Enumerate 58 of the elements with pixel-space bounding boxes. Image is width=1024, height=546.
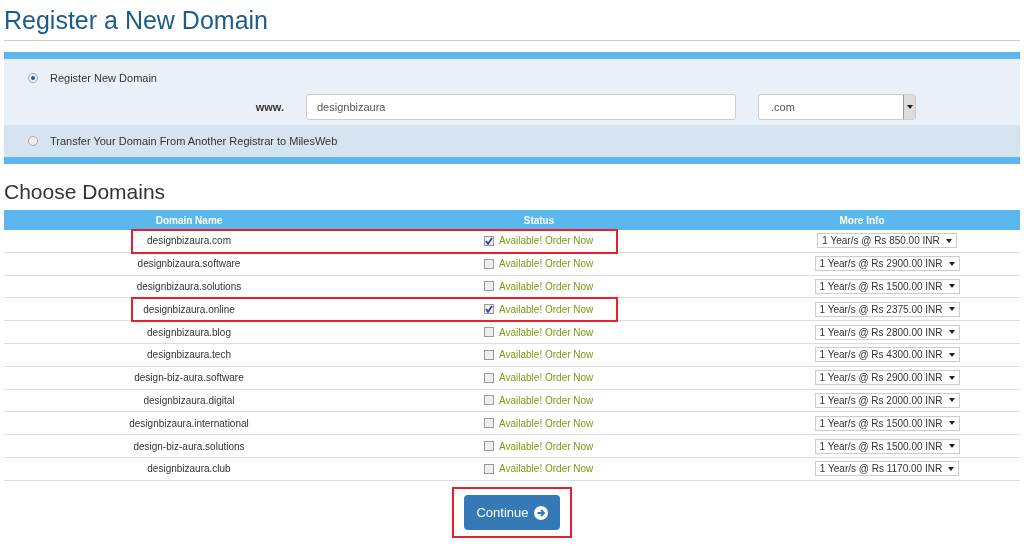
- dropdown-arrow-icon: [948, 284, 955, 289]
- domain-input-field[interactable]: designbizaura: [306, 94, 736, 120]
- dropdown-arrow-icon: [948, 307, 955, 312]
- checkbox[interactable]: [484, 395, 494, 406]
- price-dropdown[interactable]: 1 Year/s @ Rs 2800.00 INR: [814, 324, 960, 340]
- domain-name: designbizaura.online: [142, 302, 236, 317]
- checkbox[interactable]: [484, 327, 494, 338]
- dropdown-arrow-icon: [948, 444, 955, 449]
- domain-name: designbizaura.international: [128, 416, 250, 431]
- price-dropdown[interactable]: 1 Year/s @ Rs 2900.00 INR: [814, 256, 960, 272]
- price-dropdown[interactable]: 1 Year/s @ Rs 4300.00 INR: [814, 347, 960, 363]
- price-dropdown[interactable]: 1 Year/s @ Rs 1500.00 INR: [814, 279, 960, 294]
- checkbox[interactable]: [484, 372, 494, 383]
- price-dropdown[interactable]: 1 Year/s @ Rs 1500.00 INR: [814, 438, 960, 454]
- column-header: More Info: [838, 213, 886, 228]
- prefix-label: www.: [254, 99, 285, 115]
- price-dropdown[interactable]: 1 Year/s @ Rs 850.00 INR: [817, 233, 957, 249]
- dropdown-arrow-icon: [948, 398, 955, 403]
- dropdown-arrow-icon: [948, 421, 955, 426]
- domain-name: design-biz-aura.solutions: [132, 439, 246, 454]
- dropdown-arrow-icon: [945, 238, 952, 243]
- checkbox[interactable]: [484, 304, 494, 315]
- domain-name: designbizaura.solutions: [135, 280, 243, 294]
- checkbox[interactable]: [484, 463, 494, 474]
- domain-name: designbizaura.club: [146, 462, 232, 477]
- option-label[interactable]: Transfer Your Domain From Another Registrar to MilesWeb: [50, 132, 338, 150]
- price-dropdown[interactable]: 1 Year/s @ Rs 2000.00 INR: [814, 392, 960, 408]
- checkbox[interactable]: [484, 258, 494, 269]
- price-dropdown[interactable]: 1 Year/s @ Rs 2900.00 INR: [814, 370, 960, 386]
- radio-button[interactable]: [28, 136, 38, 146]
- page-title: Register a New Domain: [4, 5, 269, 36]
- dropdown-arrow-icon: [948, 466, 955, 471]
- dropdown-arrow-icon: [948, 375, 955, 380]
- option-label[interactable]: Register New Domain: [50, 69, 157, 87]
- continue-button[interactable]: Continue: [464, 494, 560, 531]
- column-header: Domain Name: [154, 213, 224, 228]
- arrow-right-icon: [533, 505, 548, 520]
- domain-name: designbizaura.com: [146, 234, 232, 249]
- column-header: Status: [522, 213, 556, 228]
- tld-dropdown[interactable]: .com: [758, 94, 916, 120]
- section-title: Choose Domains: [4, 179, 167, 205]
- checkbox[interactable]: [484, 235, 494, 246]
- domain-name: designbizaura.software: [136, 257, 242, 272]
- dropdown-arrow-icon: [948, 261, 955, 266]
- checkbox[interactable]: [484, 281, 494, 292]
- domain-name: designbizaura.tech: [146, 348, 232, 363]
- domain-name: designbizaura.digital: [142, 393, 236, 408]
- price-dropdown[interactable]: 1 Year/s @ Rs 1500.00 INR: [814, 415, 960, 431]
- domain-name: design-biz-aura.software: [133, 371, 245, 386]
- price-dropdown[interactable]: 1 Year/s @ Rs 1170.00 INR: [814, 461, 960, 477]
- checkbox[interactable]: [484, 418, 494, 429]
- dropdown-arrow-icon: [948, 330, 955, 335]
- radio-button[interactable]: [28, 73, 38, 83]
- price-dropdown[interactable]: 1 Year/s @ Rs 2375.00 INR: [814, 301, 960, 317]
- domain-name: designbizaura.blog: [146, 325, 232, 340]
- dropdown-arrow-icon: [948, 352, 955, 357]
- checkbox[interactable]: [484, 441, 494, 452]
- checkbox[interactable]: [484, 349, 494, 360]
